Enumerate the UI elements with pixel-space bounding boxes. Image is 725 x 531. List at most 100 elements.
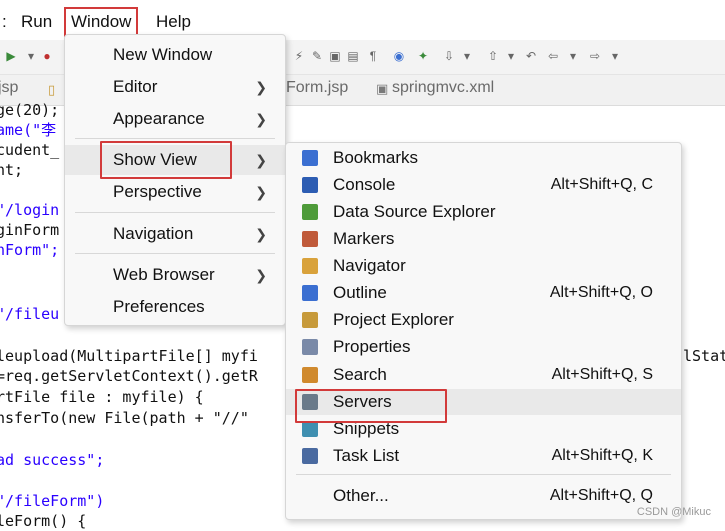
chevron-right-icon: ❯ xyxy=(255,184,267,200)
menu-item-new-window[interactable]: New Window xyxy=(65,40,285,70)
tool-icon[interactable]: ✎ xyxy=(308,47,326,65)
menu-separator xyxy=(75,253,275,254)
code-line: ge(20); xyxy=(0,101,60,119)
menu-item-perspective[interactable]: Perspective ❯ xyxy=(65,177,285,207)
run-icon[interactable]: ▶ xyxy=(2,47,20,65)
code-line-fragment: lStat xyxy=(683,347,725,365)
tool-icon[interactable]: ⇧ xyxy=(484,47,502,65)
view-item-label: Bookmarks xyxy=(333,148,419,167)
tool-icon[interactable]: ▤ xyxy=(344,47,362,65)
project-explorer-icon xyxy=(302,312,318,328)
code-line: nsferTo(new File(path + "//" xyxy=(0,409,249,427)
view-item-navigator[interactable]: Navigator xyxy=(286,253,681,279)
dropdown-icon[interactable]: ▾ xyxy=(502,47,520,65)
tab-form-jsp[interactable]: Form.jsp xyxy=(286,79,348,97)
forward-icon[interactable]: ⇨ xyxy=(586,47,604,65)
properties-icon xyxy=(302,339,318,355)
watermark: CSDN @Mikuc xyxy=(636,506,711,518)
view-item-label: Other... xyxy=(333,486,389,505)
view-item-bookmarks[interactable]: Bookmarks xyxy=(286,145,681,171)
search-icon xyxy=(302,367,318,383)
back-icon[interactable]: ⇦ xyxy=(544,47,562,65)
view-item-label: Navigator xyxy=(333,256,406,275)
menubar-item-window[interactable]: Window xyxy=(64,7,139,37)
dropdown-icon[interactable]: ▾ xyxy=(564,47,582,65)
menubar-item-cut[interactable]: : xyxy=(0,8,13,36)
code-line: ame("李 xyxy=(0,121,57,139)
view-item-project-explorer[interactable]: Project Explorer xyxy=(286,307,681,333)
chevron-right-icon: ❯ xyxy=(255,152,267,168)
jsp-file-icon: ▯ xyxy=(48,82,56,97)
menu-item-editor[interactable]: Editor ❯ xyxy=(65,72,285,102)
tool-icon[interactable]: ▣ xyxy=(326,47,344,65)
code-line: "/fileu xyxy=(0,305,60,323)
menubar-item-help[interactable]: Help xyxy=(150,8,197,36)
code-line: rtFile file : myfile) { xyxy=(0,388,204,406)
tool-icon[interactable]: ⚡ xyxy=(290,47,308,65)
snippets-icon xyxy=(302,421,318,437)
menu-item-navigation[interactable]: Navigation ❯ xyxy=(65,219,285,249)
tab-jsp[interactable]: jsp xyxy=(0,79,18,97)
view-item-other[interactable]: Other... Alt+Shift+Q, Q xyxy=(286,483,681,509)
menu-separator xyxy=(296,474,671,475)
chevron-right-icon: ❯ xyxy=(255,79,267,95)
chevron-right-icon: ❯ xyxy=(255,267,267,283)
view-item-data-source-explorer[interactable]: Data Source Explorer xyxy=(286,199,681,225)
menu-separator xyxy=(75,138,275,139)
pilcrow-icon[interactable]: ¶ xyxy=(364,47,382,65)
view-item-label: Search xyxy=(333,365,387,384)
view-item-label: Task List xyxy=(333,446,400,465)
menubar-item-run[interactable]: Run xyxy=(15,8,58,36)
code-line: nt; xyxy=(0,161,24,179)
bookmarks-icon xyxy=(302,150,318,166)
code-line: =req.getServletContext().getR xyxy=(0,367,258,385)
globe-icon[interactable]: ◉ xyxy=(390,47,408,65)
highlight-box xyxy=(100,141,232,179)
tab-springmvc-xml[interactable]: springmvc.xml xyxy=(392,79,494,97)
chevron-right-icon: ❯ xyxy=(255,226,267,242)
code-line: "/fileForm") xyxy=(0,492,105,510)
code-line: ad success"; xyxy=(0,451,105,469)
code-line: nForm"; xyxy=(0,241,60,259)
dropdown-icon[interactable]: ▾ xyxy=(606,47,624,65)
highlight-box xyxy=(295,389,447,423)
outline-icon xyxy=(302,285,318,301)
navigator-icon xyxy=(302,258,318,274)
tool-icon[interactable]: ✦ xyxy=(414,47,432,65)
view-item-label: Data Source Explorer xyxy=(333,202,496,221)
shortcut-label: Alt+Shift+Q, S xyxy=(551,366,653,383)
code-line: ginForm xyxy=(0,221,60,239)
menu-item-label: Navigation xyxy=(113,224,194,243)
view-item-label: Console xyxy=(333,175,396,194)
code-line: leupload(MultipartFile[] myfi xyxy=(0,347,258,365)
view-item-label: Markers xyxy=(333,229,395,248)
code-line: "/login xyxy=(0,201,60,219)
xml-file-icon: ▣ xyxy=(376,81,389,96)
console-icon xyxy=(302,177,318,193)
view-item-search[interactable]: Search Alt+Shift+Q, S xyxy=(286,362,681,388)
shortcut-label: Alt+Shift+Q, C xyxy=(550,176,653,193)
menu-item-web-browser[interactable]: Web Browser ❯ xyxy=(65,260,285,290)
view-item-markers[interactable]: Markers xyxy=(286,226,681,252)
view-item-outline[interactable]: Outline Alt+Shift+Q, O xyxy=(286,280,681,306)
tool-icon[interactable]: ⇩ xyxy=(440,47,458,65)
chevron-right-icon: ❯ xyxy=(255,111,267,127)
menu-separator xyxy=(75,212,275,213)
view-item-properties[interactable]: Properties xyxy=(286,334,681,360)
shortcut-label: Alt+Shift+Q, K xyxy=(551,447,653,464)
menu-item-label: Appearance xyxy=(113,109,205,128)
menu-item-appearance[interactable]: Appearance ❯ xyxy=(65,104,285,134)
view-item-console[interactable]: Console Alt+Shift+Q, C xyxy=(286,172,681,198)
debug-icon[interactable]: ● xyxy=(38,47,56,65)
view-item-label: Project Explorer xyxy=(333,310,454,329)
code-line: leForm() { xyxy=(0,512,87,530)
code-line: cudent_ xyxy=(0,141,60,159)
menu-item-label: Editor xyxy=(113,77,158,96)
menu-item-preferences[interactable]: Preferences xyxy=(65,292,285,322)
menu-item-label: Perspective xyxy=(113,182,202,201)
back-icon[interactable]: ↶ xyxy=(522,47,540,65)
view-item-task-list[interactable]: Task List Alt+Shift+Q, K xyxy=(286,443,681,469)
dropdown-icon[interactable]: ▾ xyxy=(458,47,476,65)
menu-item-label: New Window xyxy=(113,45,213,64)
view-item-label: Properties xyxy=(333,337,411,356)
